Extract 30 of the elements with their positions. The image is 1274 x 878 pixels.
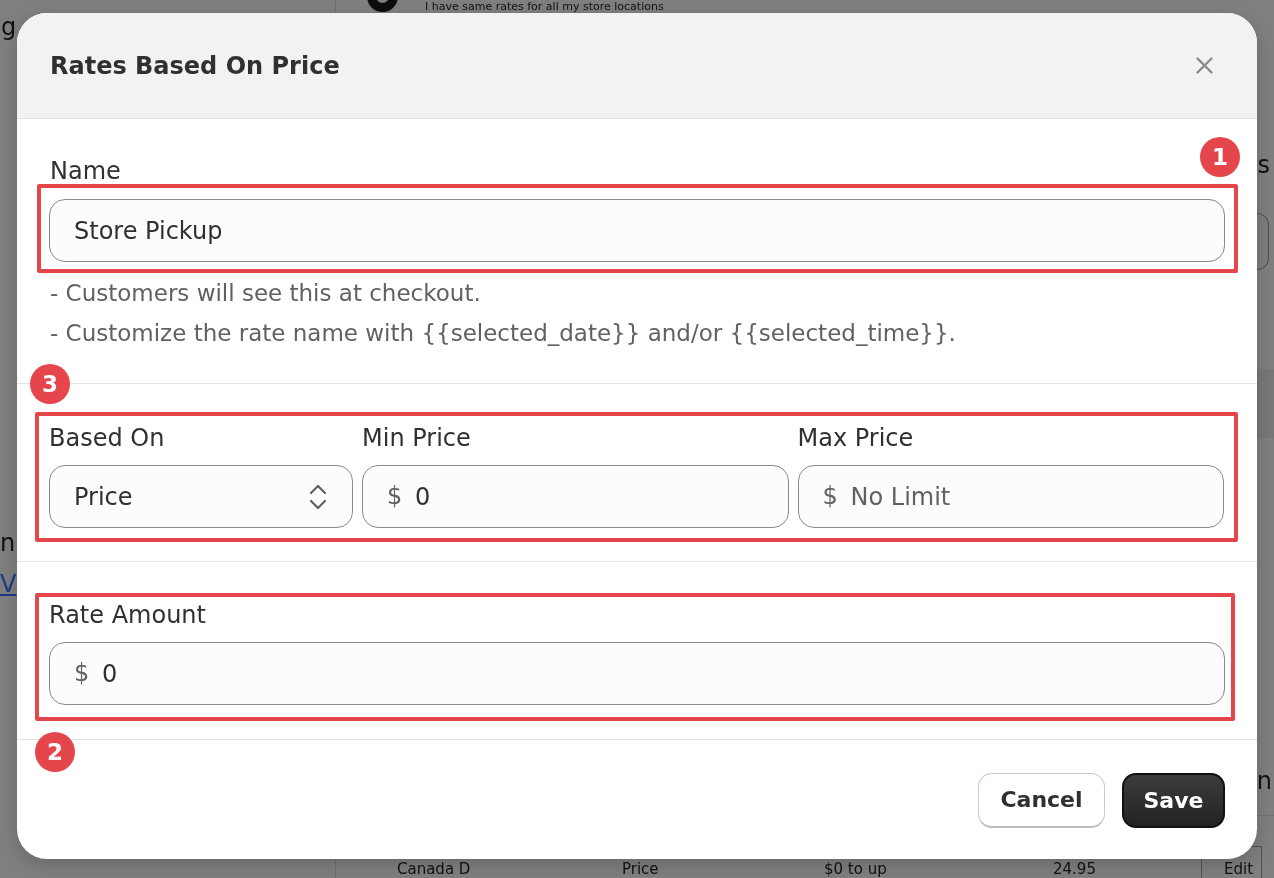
dialog-title: Rates Based On Price [50,51,340,80]
table-cell: $0 to up [824,860,887,878]
text-fragment: g [1,13,17,41]
table-cell: Canada D [397,860,471,878]
based-on-select[interactable]: Price [49,465,353,528]
field-label: Min Price [362,426,472,451]
field-label: Rate Amount [49,603,207,628]
hint-text: - Customers will see this at checkout. [50,279,482,308]
cancel-button[interactable]: Cancel [978,773,1105,828]
currency-symbol: $ [387,482,403,510]
text-fragment: s [1257,151,1270,179]
currency-symbol: $ [74,659,90,687]
name-field[interactable]: Store Pickup [49,199,1225,262]
save-button[interactable]: Save [1122,773,1225,828]
table-cell: Price [622,860,659,878]
text-fragment: n [0,529,16,557]
option-label: I have same rates for all my store locations [425,0,664,13]
step-badge: 1 [1200,137,1240,177]
step-badge: 2 [35,732,75,772]
close-button[interactable] [1196,57,1213,74]
field-label: Name [50,159,122,184]
close-icon [1196,57,1213,74]
table-cell: 24.95 [1053,860,1096,878]
step-badge: 3 [30,364,70,404]
currency-symbol: $ [822,482,838,510]
field-label: Max Price [797,426,915,451]
chevron-up-down-icon [309,483,327,510]
field-label: Based On [49,426,166,451]
hint-text: - Customize the rate name with {{selected_date}} and/or {{selected_time}}. [50,319,957,348]
text-fragment: n [1256,767,1272,795]
